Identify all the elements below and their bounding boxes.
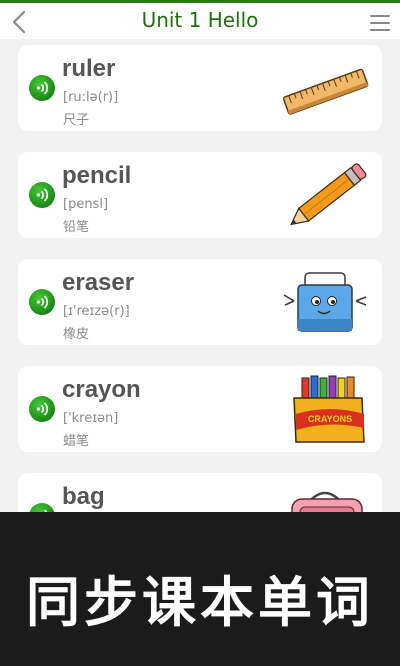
meaning-text: 蜡笔 — [63, 434, 90, 449]
word-text: pencil — [62, 162, 132, 189]
hamburger-menu-icon — [370, 15, 390, 17]
ruler-image — [282, 68, 369, 115]
word-text: crayon — [62, 376, 141, 403]
speaker-icon — [36, 295, 49, 309]
phonetic-text: ['kreɪən] — [63, 411, 119, 426]
app-header: Unit 1 Hello — [0, 3, 400, 39]
page-title: Unit 1 Hello — [141, 8, 259, 32]
phonetic-text: [ɪ'reɪzə(r)] — [63, 304, 130, 319]
speaker-icon — [36, 81, 49, 95]
meaning-text: 铅笔 — [63, 220, 90, 235]
word-text: bag — [62, 483, 105, 510]
word-text: eraser — [62, 269, 135, 296]
promo-banner: 同步课本单词 — [0, 512, 400, 666]
word-card-ruler[interactable]: ruler [ru:lə(r)] 尺子 — [18, 45, 382, 131]
phonetic-text: [pensl] — [63, 197, 109, 212]
crayon-box-image: CRAYONS — [293, 375, 365, 443]
phonetic-text: [ru:lə(r)] — [63, 90, 119, 105]
eraser-image — [283, 272, 367, 332]
word-card-crayon[interactable]: crayon ['kreɪən] 蜡笔 CRAYONS — [18, 366, 382, 452]
menu-button[interactable] — [370, 15, 390, 31]
word-card-eraser[interactable]: eraser [ɪ'reɪzə(r)] 橡皮 — [18, 259, 382, 345]
banner-text: 同步课本单词 — [26, 571, 374, 634]
meaning-text: 橡皮 — [63, 327, 90, 342]
pencil-image — [290, 163, 367, 226]
speaker-icon — [36, 188, 49, 202]
audio-play-button[interactable] — [29, 289, 55, 315]
meaning-text: 尺子 — [63, 113, 90, 128]
word-card-pencil[interactable]: pencil [pensl] 铅笔 — [18, 152, 382, 238]
word-text: ruler — [62, 55, 116, 82]
audio-play-button[interactable] — [29, 396, 55, 422]
audio-play-button[interactable] — [29, 182, 55, 208]
audio-play-button[interactable] — [29, 75, 55, 101]
speaker-icon — [36, 402, 49, 416]
crayon-box-label: CRAYONS — [308, 414, 352, 424]
